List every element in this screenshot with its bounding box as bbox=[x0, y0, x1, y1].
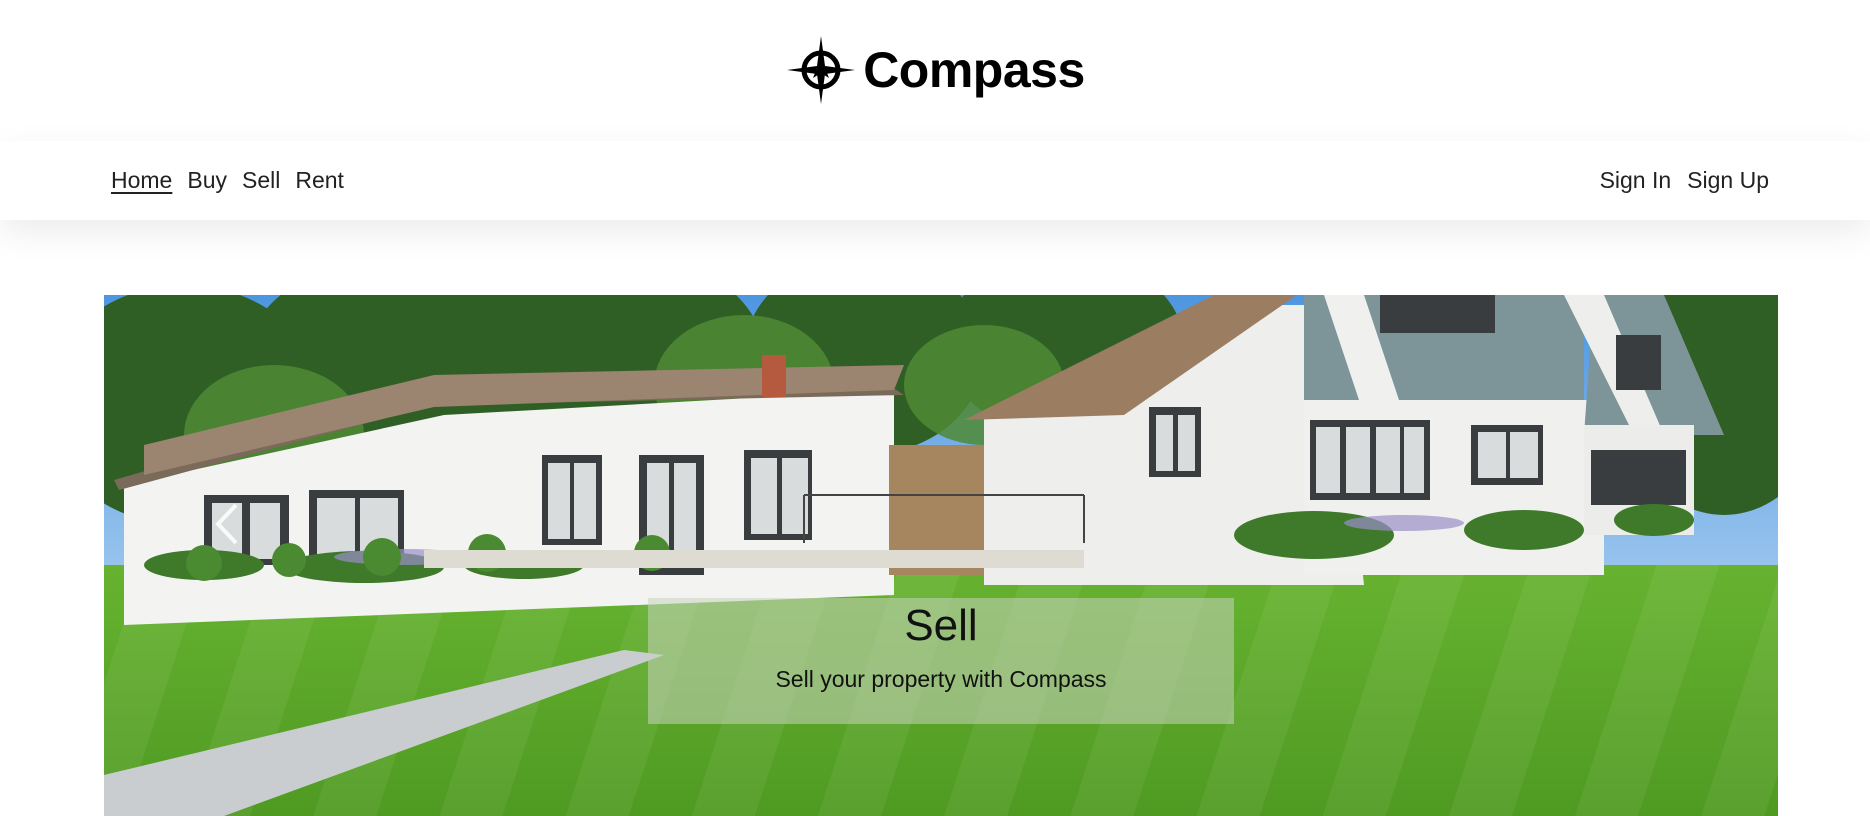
sign-up-link[interactable]: Sign Up bbox=[1687, 167, 1769, 193]
sign-in-link[interactable]: Sign In bbox=[1600, 167, 1672, 193]
brand-header: Compass bbox=[0, 0, 1870, 140]
caption-subtitle: Sell your property with Compass bbox=[775, 666, 1107, 692]
house-photo bbox=[104, 295, 1778, 816]
nav-left: Home Buy Sell Rent bbox=[111, 167, 344, 193]
main-nav: Home Buy Sell Rent Sign In Sign Up bbox=[0, 141, 1870, 220]
nav-rent-link[interactable]: Rent bbox=[295, 167, 344, 193]
chevron-left-icon[interactable] bbox=[210, 499, 244, 549]
brand[interactable]: Compass bbox=[0, 30, 1870, 110]
brand-name: Compass bbox=[863, 42, 1085, 98]
hero-carousel: Sell Sell your property with Compass bbox=[104, 295, 1778, 816]
nav-buy-link[interactable]: Buy bbox=[187, 167, 227, 193]
compass-rose-icon bbox=[787, 36, 856, 104]
nav-right: Sign In Sign Up bbox=[1600, 167, 1769, 193]
nav-home-link[interactable]: Home bbox=[111, 167, 172, 193]
caption-title: Sell bbox=[904, 601, 978, 650]
nav-sell-link[interactable]: Sell bbox=[242, 167, 280, 193]
carousel-caption: Sell Sell your property with Compass bbox=[648, 598, 1234, 724]
